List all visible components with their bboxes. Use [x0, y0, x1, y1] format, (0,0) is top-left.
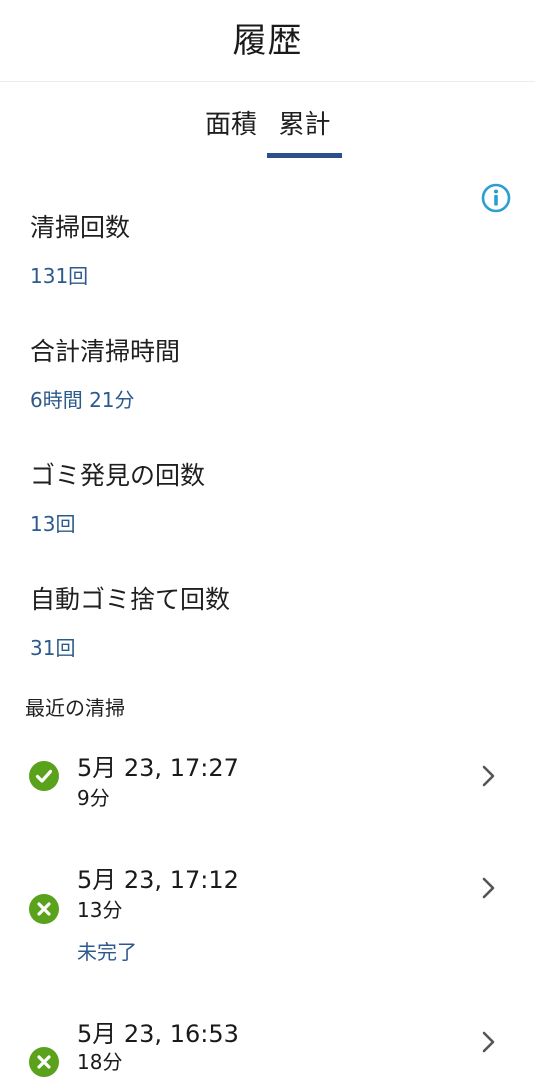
stat-value: 31回	[30, 636, 76, 660]
active-tab-indicator	[267, 153, 342, 158]
history-duration: 9分	[77, 786, 110, 810]
stat-value: 13回	[30, 512, 76, 536]
tab-area[interactable]: 面積	[198, 104, 264, 160]
recent-cleanings-heading: 最近の清掃	[25, 696, 125, 720]
history-item[interactable]: 5月 23, 17:27 9分	[0, 740, 535, 840]
tab-bar: 面積 累計	[0, 104, 535, 160]
stat-label: 自動ゴミ捨て回数	[30, 585, 231, 614]
history-item[interactable]: 5月 23, 17:12 13分 未完了	[0, 852, 535, 972]
stat-label: 清掃回数	[30, 213, 131, 242]
stat-cleaning-count: 清掃回数 131回	[30, 208, 490, 289]
page-title: 履歴	[232, 21, 303, 61]
history-date: 5月 23, 17:27	[77, 754, 239, 782]
history-date: 5月 23, 16:53	[77, 1020, 239, 1048]
x-circle-icon	[29, 894, 59, 924]
stat-label: 合計清掃時間	[30, 337, 181, 366]
chevron-right-icon	[482, 877, 495, 899]
tab-total[interactable]: 累計	[267, 104, 342, 160]
tab-total-label: 累計	[278, 110, 331, 140]
stat-total-cleaning-time: 合計清掃時間 6時間 21分	[30, 332, 490, 413]
stat-label: ゴミ発見の回数	[30, 461, 206, 490]
stat-value: 131回	[30, 264, 89, 288]
history-duration: 18分	[77, 1050, 123, 1074]
tab-area-label: 面積	[204, 110, 257, 140]
stat-auto-empty-count: 自動ゴミ捨て回数 31回	[30, 580, 490, 661]
check-circle-icon	[29, 761, 59, 791]
incomplete-label: 未完了	[77, 940, 137, 964]
chevron-right-icon	[482, 765, 495, 787]
chevron-right-icon	[482, 1031, 495, 1053]
stat-value: 6時間 21分	[30, 388, 135, 412]
x-circle-icon	[29, 1047, 59, 1077]
app-header: 履歴	[0, 0, 535, 82]
stat-dirt-detected-count: ゴミ発見の回数 13回	[30, 456, 490, 537]
history-duration: 13分	[77, 898, 123, 922]
history-date: 5月 23, 17:12	[77, 866, 239, 894]
history-item[interactable]: 5月 23, 16:53 18分	[0, 1006, 535, 1080]
